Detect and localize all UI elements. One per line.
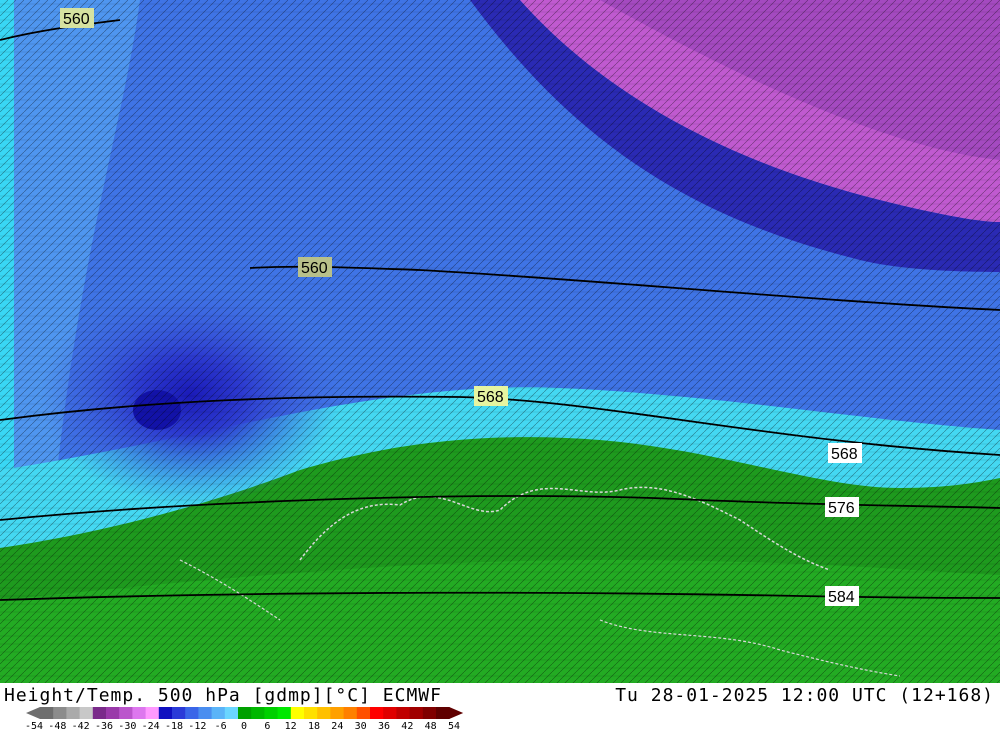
contour-label: 584 — [825, 586, 859, 606]
contour-label: 568 — [828, 443, 862, 463]
scale-tick-label: 48 — [424, 721, 437, 732]
scale-tick-label: -54 — [24, 721, 44, 732]
scale-tick-label: -30 — [118, 721, 137, 732]
map-timestamp: Tu 28-01-2025 12:00 UTC (12+168) — [615, 685, 994, 706]
svg-text:584: 584 — [828, 589, 855, 606]
scale-tick-label: 54 — [447, 721, 461, 732]
scale-swatch — [92, 707, 107, 719]
scale-swatch — [132, 707, 146, 719]
scale-swatch — [79, 707, 94, 719]
scale-tick-label: 12 — [284, 721, 297, 732]
scale-tick-label: 36 — [377, 721, 391, 732]
map-title: Height/Temp. 500 hPa [gdmp][°C] ECMWF — [4, 685, 442, 706]
wind-barb-overlay — [0, 0, 1000, 683]
contour-label: 576 — [825, 497, 859, 517]
scale-tick-label: -48 — [48, 721, 67, 732]
scale-tick-label: -36 — [94, 721, 114, 732]
scale-swatch — [356, 707, 371, 719]
scale-swatch — [277, 707, 292, 719]
scale-swatch — [238, 707, 252, 719]
scale-swatch — [251, 707, 265, 719]
contour-label: 560 — [60, 8, 94, 28]
scale-swatch — [343, 707, 358, 719]
svg-text:560: 560 — [301, 260, 328, 277]
svg-text:568: 568 — [477, 389, 504, 406]
scale-swatch — [436, 707, 450, 719]
scale-swatch — [106, 707, 120, 719]
scale-swatch — [264, 707, 278, 719]
scale-swatch — [290, 707, 305, 719]
scale-swatch — [422, 707, 437, 719]
map-footer: Height/Temp. 500 hPa [gdmp][°C] ECMWF Tu… — [0, 683, 1000, 733]
svg-text:568: 568 — [831, 446, 858, 463]
scale-tick-label: -6 — [214, 721, 227, 732]
scale-swatch — [40, 707, 54, 719]
scale-tick-label: 30 — [354, 721, 367, 732]
scale-swatch — [185, 707, 199, 719]
scale-swatch — [53, 707, 67, 719]
scale-swatch — [330, 707, 344, 719]
scale-swatch — [158, 707, 173, 719]
scale-swatch — [409, 707, 424, 719]
svg-text:576: 576 — [828, 500, 855, 517]
scale-swatch — [396, 707, 410, 719]
scale-arrow-left — [26, 707, 40, 719]
contour-label: 560 — [298, 257, 332, 277]
weather-map: 560 560 568 568 576 584 — [0, 0, 1000, 683]
scale-swatch — [66, 707, 80, 719]
scale-swatch — [317, 707, 331, 719]
scale-swatch — [304, 707, 318, 719]
scale-tick-label: -42 — [71, 721, 90, 732]
scale-swatch — [383, 707, 397, 719]
scale-swatch — [172, 707, 186, 719]
color-scale-bar — [26, 707, 464, 719]
contour-label: 568 — [474, 386, 508, 406]
scale-swatch — [145, 707, 160, 719]
scale-tick-label: -12 — [188, 721, 207, 732]
scale-arrow-right — [449, 707, 464, 719]
scale-swatch — [119, 707, 133, 719]
svg-text:560: 560 — [63, 11, 90, 28]
scale-tick-label: 42 — [401, 721, 414, 732]
scale-tick-label: 0 — [240, 721, 248, 732]
scale-swatch — [224, 707, 239, 719]
scale-tick-label: 24 — [331, 721, 344, 732]
scale-swatch — [370, 707, 384, 719]
scale-swatch — [198, 707, 212, 719]
scale-swatch — [211, 707, 226, 719]
scale-tick-label: -18 — [164, 721, 184, 732]
scale-tick-label: 18 — [307, 721, 321, 732]
scale-tick-label: -24 — [141, 721, 160, 732]
scale-tick-label: 6 — [264, 721, 271, 732]
